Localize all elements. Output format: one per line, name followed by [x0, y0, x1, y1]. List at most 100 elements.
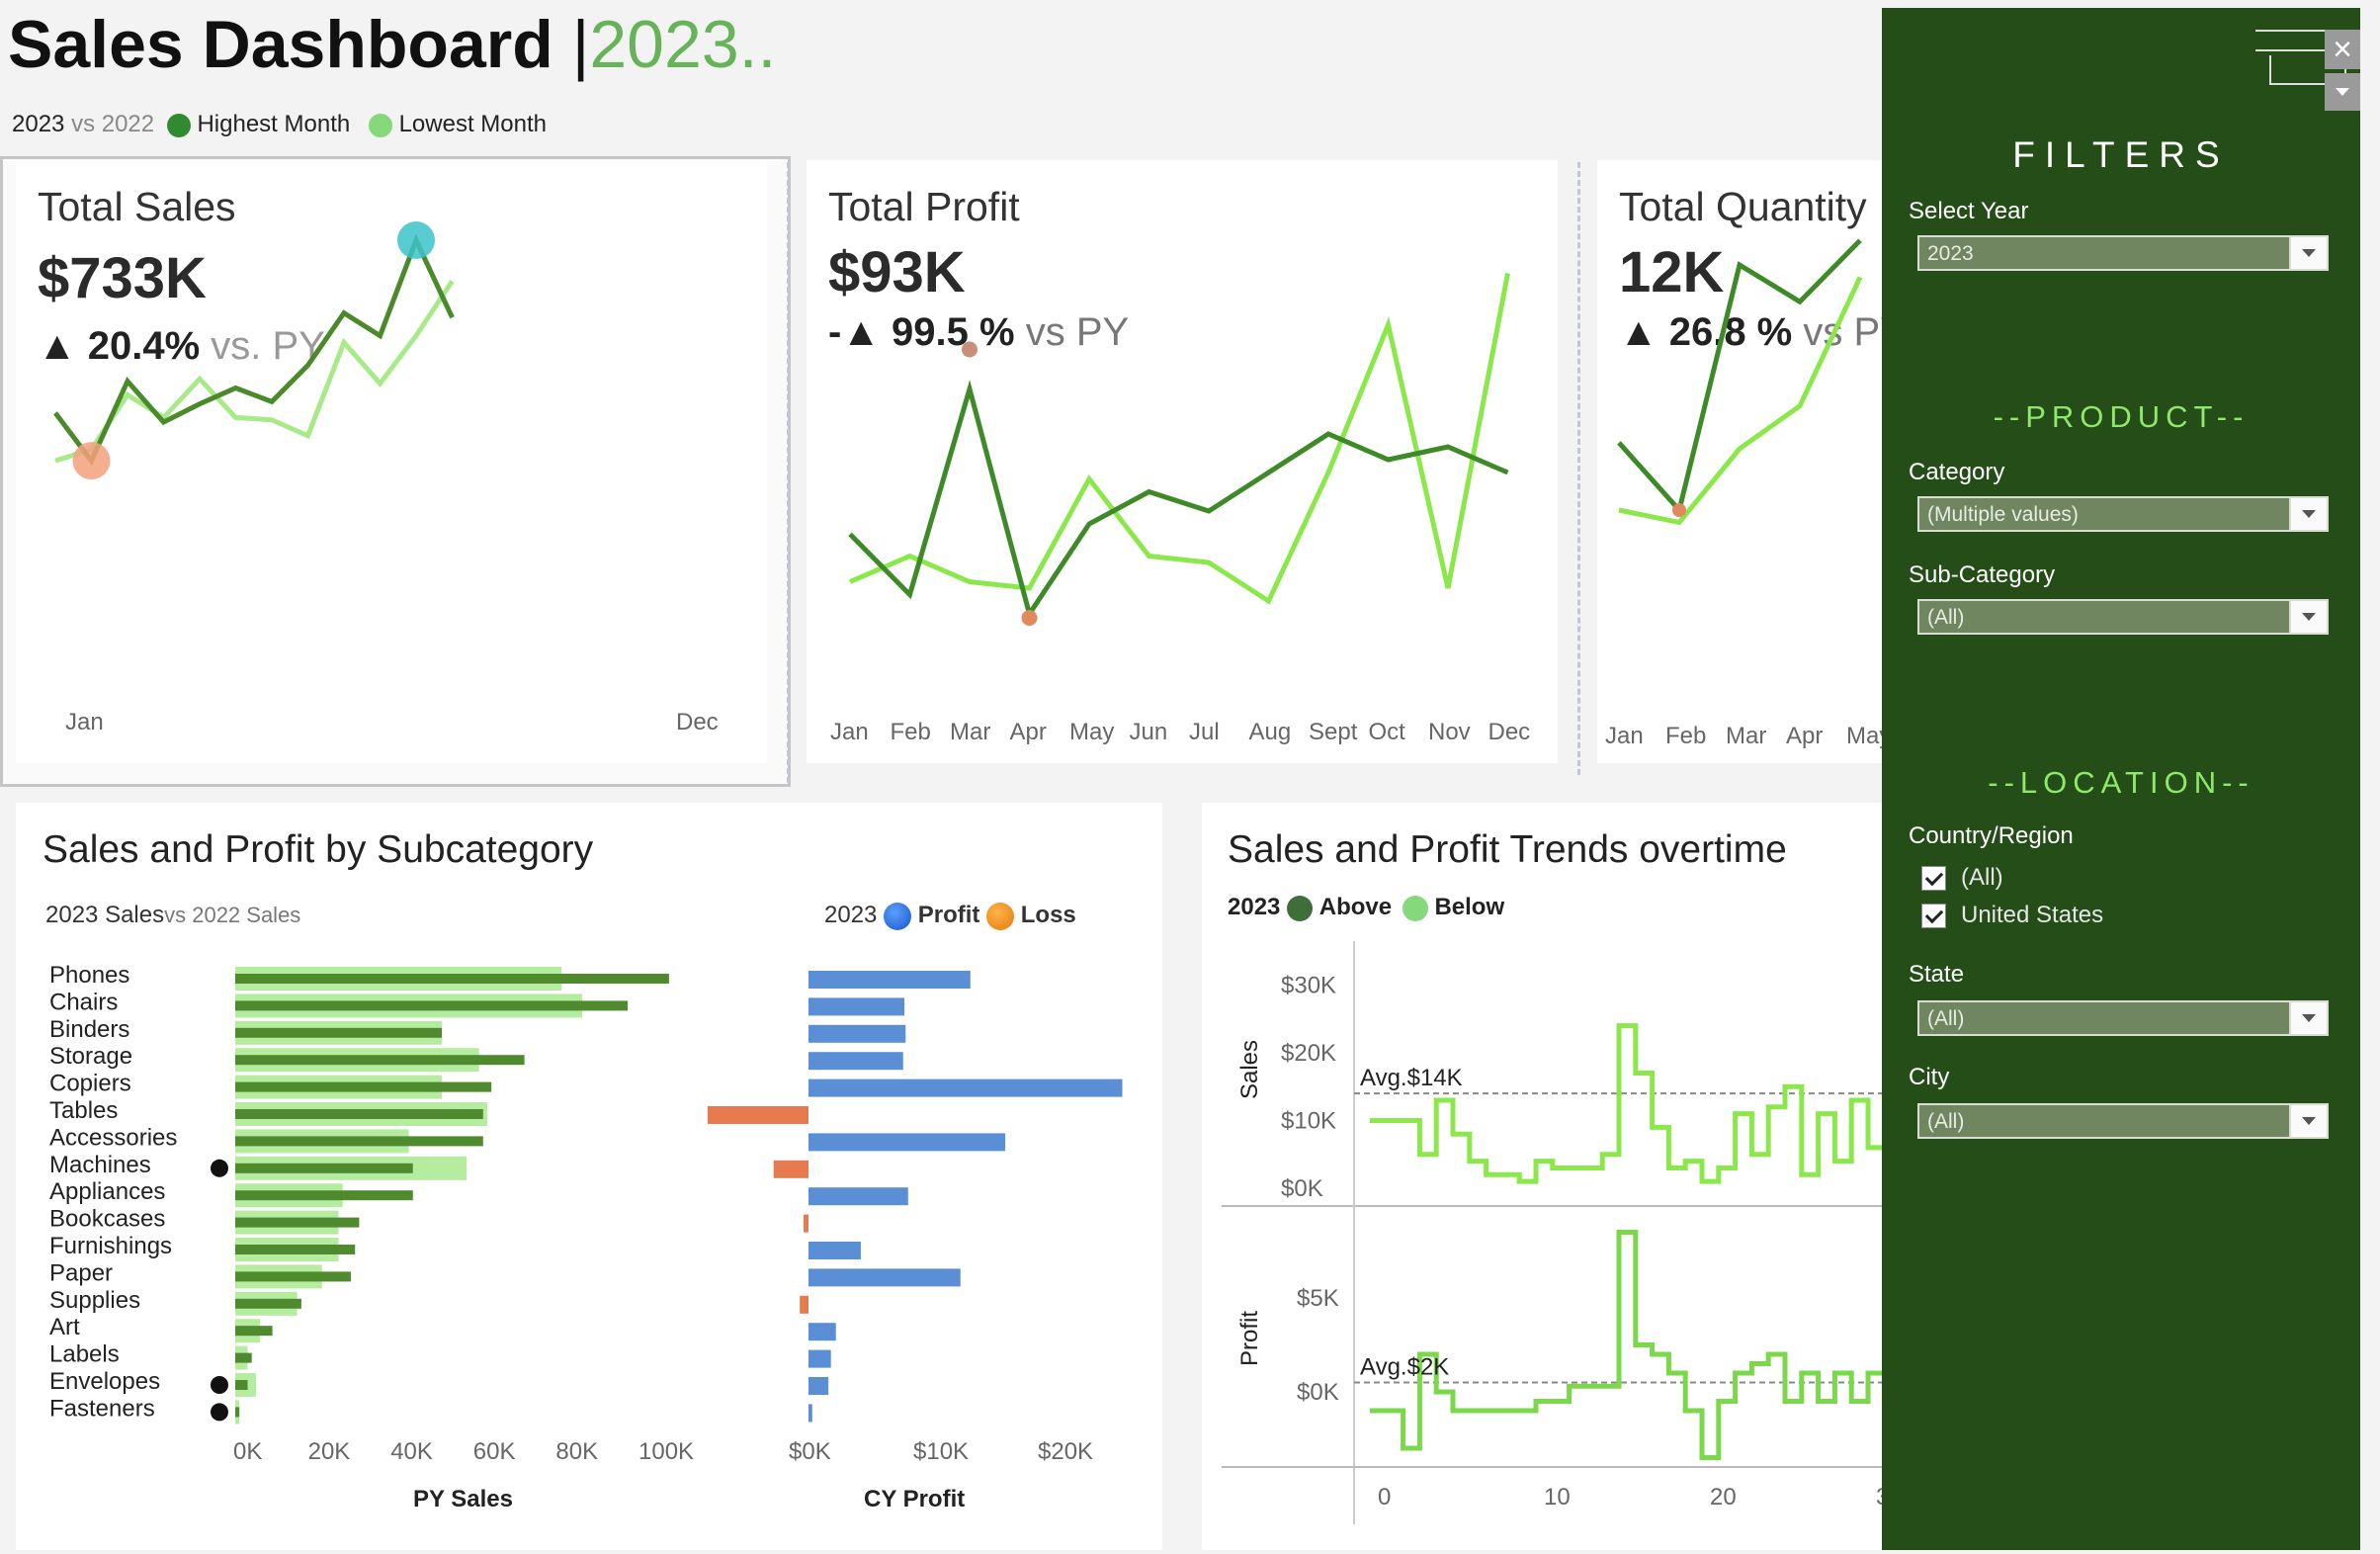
trend-x-tick: 20: [1710, 1484, 1737, 1511]
category-dropdown[interactable]: (Multiple values): [1917, 496, 2329, 532]
sales-trend-line: [1370, 1023, 1882, 1184]
profit-tick: $20K: [1038, 1438, 1093, 1465]
profit-tick: $10K: [913, 1438, 969, 1465]
sales-y-tick: $0K: [1281, 1175, 1323, 1202]
profit-x-label-apr: Apr: [1010, 719, 1047, 745]
category-label: Supplies: [49, 1287, 140, 1314]
profit-bar: [808, 1024, 906, 1043]
sales-y-tick: $20K: [1281, 1040, 1336, 1067]
subcategory-dropdown[interactable]: (All): [1917, 599, 2329, 635]
dropdown-arrow-icon[interactable]: [2289, 601, 2327, 633]
dropdown-arrow-icon[interactable]: [2289, 1105, 2327, 1137]
profit-axis-title: CY Profit: [864, 1486, 965, 1512]
profit-line-2022: [849, 273, 1510, 605]
profit-tick: $0K: [789, 1438, 831, 1465]
subcategory-label: Sub-Category: [1909, 561, 2056, 588]
trends-card[interactable]: Sales and Profit Trends overtime 2023 Ab…: [1202, 803, 1882, 1550]
divider: [787, 162, 794, 783]
trends-chart: Sales Profit $30K $20K $10K $0K $5K $0K Avg.$14K…: [1222, 941, 1882, 1524]
sales-tick: 80K: [555, 1438, 598, 1465]
profit-bar: [808, 997, 905, 1016]
close-icon[interactable]: ×: [2325, 30, 2360, 69]
legend-current-year: 2023: [12, 111, 65, 137]
category-label: Chairs: [49, 989, 118, 1015]
collapse-button[interactable]: [2325, 73, 2360, 111]
profit-x-label-sept: Sept: [1309, 719, 1358, 745]
drag-handle-icon[interactable]: [2255, 30, 2329, 51]
category-label: Fasteners: [49, 1395, 155, 1422]
category-label: Phones: [49, 962, 129, 989]
select-year-value: 2023: [1927, 242, 1974, 265]
profit-avg-label: Avg.$2K: [1360, 1354, 1449, 1381]
top-legend: 2023 vs 2022 Highest Month Lowest Month: [12, 111, 547, 138]
city-dropdown[interactable]: (All): [1917, 1103, 2329, 1139]
loss-bar: [707, 1106, 808, 1124]
profit-bar: [808, 1079, 1123, 1097]
profit-x-label-may: May: [1069, 719, 1114, 745]
category-label: Binders: [49, 1016, 129, 1043]
profit-y-tick: $0K: [1297, 1379, 1339, 1406]
cy-sales-bar: [235, 1055, 525, 1066]
quantity-trend-chart: Jan Feb Mar Apr May: [1605, 238, 1882, 749]
profit-kpi-card[interactable]: Total Profit $93K -▲ 99.5 % vs PY Jan Feb…: [807, 160, 1558, 763]
category-label: Copiers: [49, 1071, 131, 1097]
country-us-label: United States: [1961, 902, 2104, 928]
profit-bar: [808, 1349, 831, 1368]
quantity-x-label-may: May: [1846, 723, 1882, 749]
highest-month-marker: [397, 221, 435, 259]
select-year-dropdown[interactable]: 2023: [1917, 235, 2329, 271]
profit-x-label-mar: Mar: [950, 719, 990, 745]
lowest-month-marker: [72, 442, 111, 480]
country-label: Country/Region: [1909, 822, 2074, 849]
legend-highest: Highest Month: [197, 111, 351, 137]
category-label: Category: [1909, 459, 2005, 485]
profit-x-label-feb: Feb: [891, 719, 931, 745]
profit-x-label-jan: Jan: [830, 719, 869, 745]
category-label: Machines: [49, 1152, 151, 1178]
dropdown-arrow-icon[interactable]: [2289, 1002, 2327, 1034]
profit-bar: [808, 1377, 829, 1395]
country-us-checkbox[interactable]: [1921, 904, 1946, 928]
loss-bar: [773, 1160, 808, 1178]
city-label: City: [1909, 1064, 1950, 1090]
flag-dot: [211, 1376, 228, 1394]
cy-sales-bar: [235, 1326, 273, 1337]
subcategory-value: (All): [1927, 606, 1965, 629]
filters-panel: × FILTERS Select Year 2023 --PRODUCT-- C…: [1882, 8, 2360, 1550]
legend-vs-year: vs 2022: [71, 111, 155, 137]
state-value: (All): [1927, 1007, 1965, 1030]
highest-dot-icon: [166, 113, 191, 137]
filters-title: FILTERS: [2012, 134, 2230, 175]
country-all-checkbox[interactable]: [1921, 866, 1946, 891]
select-year-label: Select Year: [1909, 198, 2029, 224]
profit-x-label-nov: Nov: [1428, 719, 1471, 745]
category-value: (Multiple values): [1927, 503, 2079, 526]
subcategory-card[interactable]: Sales and Profit by Subcategory 2023 Sal…: [16, 803, 1162, 1550]
state-dropdown[interactable]: (All): [1917, 1000, 2329, 1036]
quantity-x-label-mar: Mar: [1726, 723, 1766, 749]
quantity-x-label-jan: Jan: [1605, 723, 1644, 749]
profit-x-label-aug: Aug: [1249, 719, 1292, 745]
profit-trend-line: [1370, 1230, 1882, 1460]
category-label: Storage: [49, 1043, 132, 1070]
flag-dot: [211, 1159, 228, 1177]
dashboard-title: Sales Dashboard: [8, 7, 553, 82]
cy-sales-bar: [235, 1136, 483, 1147]
subcategory-chart: PhonesChairsBindersStorageCopiersTablesA…: [49, 962, 1123, 1512]
state-label: State: [1909, 961, 1965, 988]
profit-bar: [808, 1242, 861, 1259]
dropdown-arrow-icon[interactable]: [2289, 237, 2327, 269]
sales-kpi-card[interactable]: Total Sales $733K ▲ 20.4% vs. PY Jan Dec: [16, 160, 767, 763]
city-value: (All): [1927, 1110, 1965, 1133]
dropdown-arrow-icon[interactable]: [2289, 498, 2327, 530]
category-label: Art: [49, 1314, 80, 1340]
profit-trend-chart: Jan Feb Mar Apr May Jun Jul Aug Sept Oct Nov Dec: [830, 273, 1530, 745]
quantity-line-2023: [1617, 238, 1862, 516]
category-label: Labels: [49, 1341, 120, 1368]
cy-sales-bar: [235, 1190, 413, 1201]
profit-bar: [808, 1323, 836, 1341]
trend-x-tick: 0: [1378, 1484, 1391, 1511]
cy-sales-bar: [235, 1380, 248, 1390]
quantity-kpi-card[interactable]: Total Quantity 12K ▲ 26.8 % vs PY JanFeb…: [1597, 160, 1882, 763]
category-label: Envelopes: [49, 1368, 160, 1395]
